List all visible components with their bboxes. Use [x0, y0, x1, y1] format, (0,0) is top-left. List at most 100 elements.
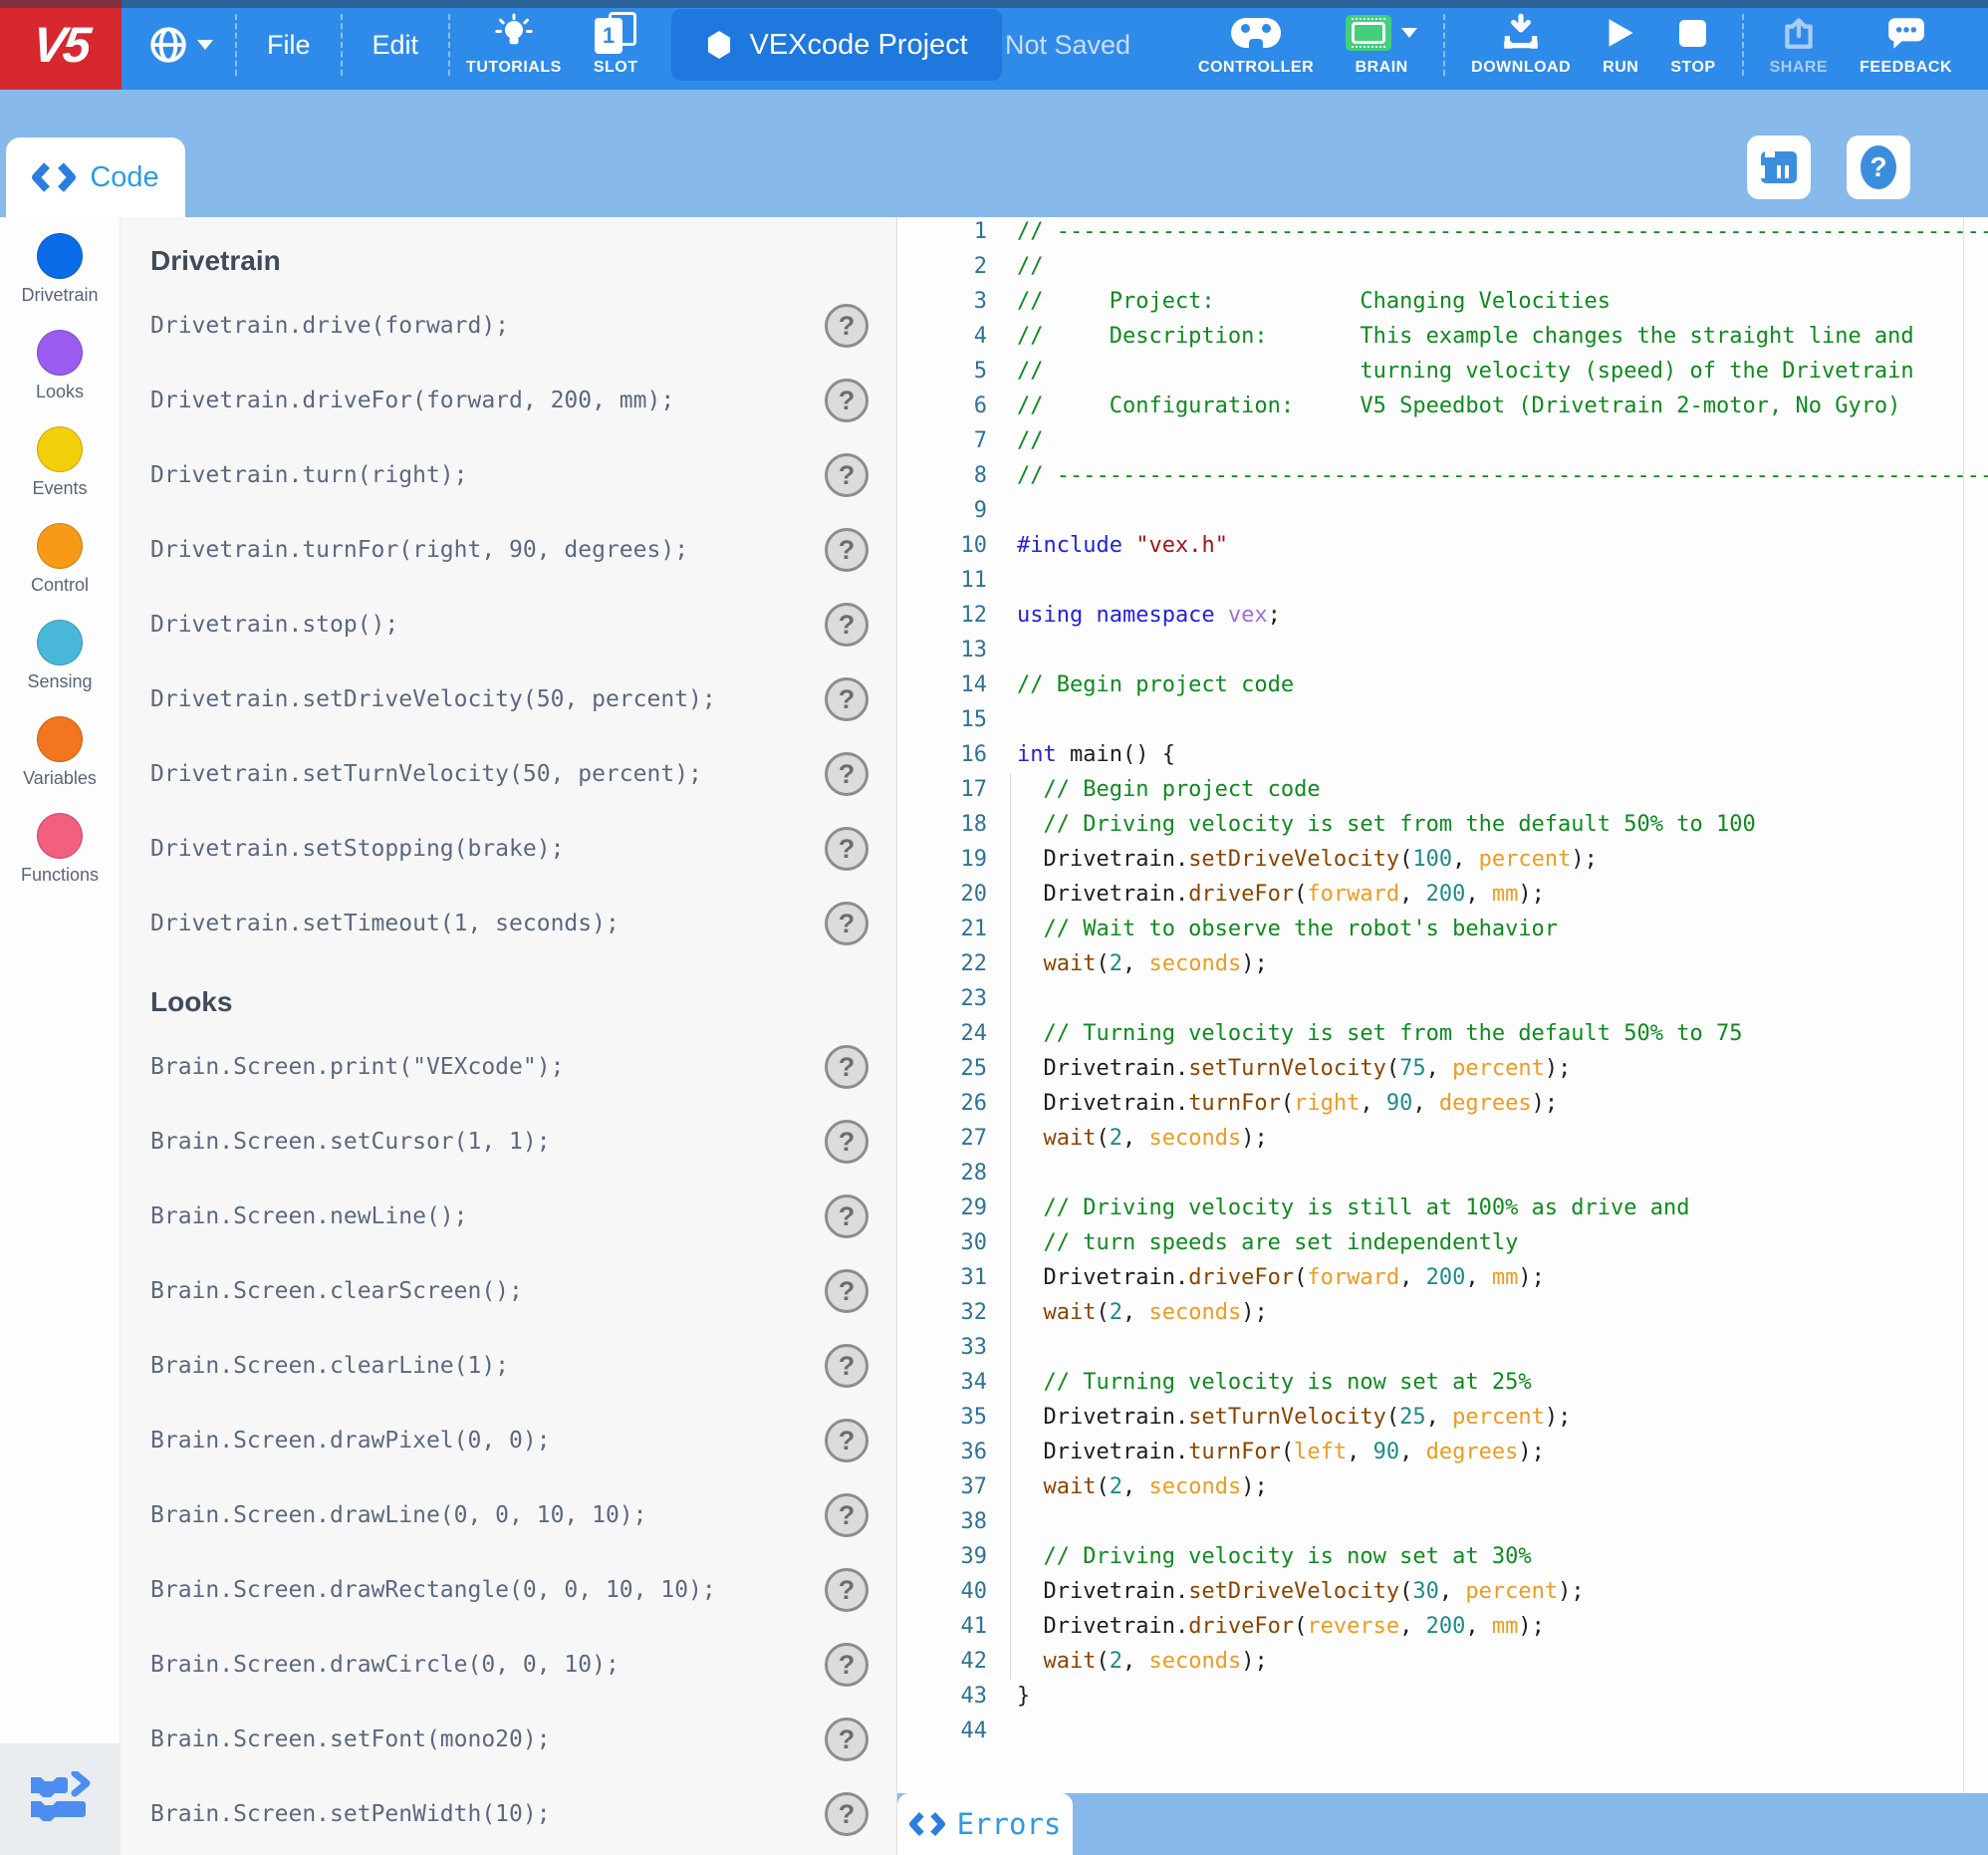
command-help-button[interactable]: ?	[825, 379, 869, 422]
language-menu[interactable]	[122, 24, 235, 66]
palette-command-row[interactable]: Brain.Screen.clearLine(1);?	[121, 1342, 896, 1390]
editor-line[interactable]: 26 Drivetrain.turnFor(right, 90, degrees…	[897, 1086, 1988, 1121]
palette-command-text[interactable]: Brain.Screen.drawCircle(0, 0, 10);	[150, 1652, 620, 1678]
code-line[interactable]: // turn speeds are set independently	[1017, 1225, 1518, 1260]
command-help-button[interactable]: ?	[825, 304, 869, 348]
palette-command-row[interactable]: Brain.Screen.drawCircle(0, 0, 10);?	[121, 1641, 896, 1689]
editor-line[interactable]: 32 wait(2, seconds);	[897, 1295, 1988, 1330]
palette-command-text[interactable]: Brain.Screen.setFont(mono20);	[150, 1726, 551, 1752]
code-line[interactable]: // Begin project code	[1017, 772, 1320, 807]
editor-line[interactable]: 37 wait(2, seconds);	[897, 1469, 1988, 1504]
editor-line[interactable]: 27 wait(2, seconds);	[897, 1121, 1988, 1156]
code-line[interactable]: // Driving velocity is still at 100% as …	[1017, 1191, 1689, 1225]
editor-line[interactable]: 33	[897, 1330, 1988, 1365]
category-circle-icon[interactable]	[37, 716, 83, 762]
sidebar-item-sensing[interactable]: Sensing	[0, 620, 120, 716]
code-line[interactable]: //	[1017, 423, 1044, 458]
editor-line[interactable]: 44	[897, 1714, 1988, 1748]
palette-command-text[interactable]: Drivetrain.turn(right);	[150, 462, 468, 488]
editor-line[interactable]: 5 // turning velocity (speed) of the Driv…	[897, 354, 1988, 389]
code-line[interactable]: // -------------------------------------…	[1017, 458, 1988, 493]
download-button[interactable]: DOWNLOAD	[1455, 0, 1587, 90]
code-line[interactable]: wait(2, seconds);	[1017, 946, 1268, 981]
palette-command-text[interactable]: Brain.Screen.clearLine(1);	[150, 1353, 509, 1379]
project-name-button[interactable]: VEXcode Project	[671, 9, 1002, 81]
edit-menu[interactable]: Edit	[343, 0, 449, 90]
palette-command-text[interactable]: Brain.Screen.newLine();	[150, 1203, 468, 1229]
code-editor[interactable]: 1 // ------------------------------------…	[896, 217, 1988, 1855]
code-line[interactable]: // Begin project code	[1017, 667, 1294, 702]
editor-line[interactable]: 7 //	[897, 423, 1988, 458]
editor-line[interactable]: 10 #include "vex.h"	[897, 528, 1988, 563]
editor-line[interactable]: 38	[897, 1504, 1988, 1539]
code-line[interactable]: Drivetrain.turnFor(left, 90, degrees);	[1017, 1435, 1544, 1469]
editor-line[interactable]: 39 // Driving velocity is now set at 30%	[897, 1539, 1988, 1574]
editor-line[interactable]: 14 // Begin project code	[897, 667, 1988, 702]
editor-line[interactable]: 36 Drivetrain.turnFor(left, 90, degrees)…	[897, 1435, 1988, 1469]
device-info-button[interactable]	[1747, 135, 1811, 199]
command-help-button[interactable]: ?	[825, 1493, 869, 1537]
code-line[interactable]: Drivetrain.turnFor(right, 90, degrees);	[1017, 1086, 1558, 1121]
editor-line[interactable]: 34 // Turning velocity is now set at 25%	[897, 1365, 1988, 1400]
editor-line[interactable]: 35 Drivetrain.setTurnVelocity(25, percen…	[897, 1400, 1988, 1435]
code-line[interactable]: wait(2, seconds);	[1017, 1469, 1268, 1504]
palette-command-row[interactable]: Drivetrain.turn(right);?	[121, 451, 896, 499]
code-line[interactable]: wait(2, seconds);	[1017, 1644, 1268, 1679]
palette-command-row[interactable]: Drivetrain.setStopping(brake);?	[121, 825, 896, 873]
command-help-button[interactable]: ?	[825, 827, 869, 871]
editor-line[interactable]: 40 Drivetrain.setDriveVelocity(30, perce…	[897, 1574, 1988, 1609]
editor-line[interactable]: 25 Drivetrain.setTurnVelocity(75, percen…	[897, 1051, 1988, 1086]
help-button[interactable]: ?	[1847, 135, 1910, 199]
editor-line[interactable]: 15	[897, 702, 1988, 737]
sidebar-item-functions[interactable]: Functions	[0, 813, 120, 910]
category-circle-icon[interactable]	[37, 233, 83, 279]
sidebar-item-control[interactable]: Control	[0, 523, 120, 620]
editor-line[interactable]: 1 // ------------------------------------…	[897, 217, 1988, 249]
palette-command-row[interactable]: Drivetrain.driveFor(forward, 200, mm);?	[121, 377, 896, 424]
command-help-button[interactable]: ?	[825, 1419, 869, 1462]
category-circle-icon[interactable]	[37, 523, 83, 569]
brain-button[interactable]: BRAIN	[1330, 0, 1433, 90]
code-line[interactable]: // Turning velocity is now set at 25%	[1017, 1365, 1531, 1400]
file-menu[interactable]: File	[237, 0, 341, 90]
command-help-button[interactable]: ?	[825, 1045, 869, 1089]
palette-command-row[interactable]: Brain.Screen.drawPixel(0, 0);?	[121, 1417, 896, 1464]
tutorials-button[interactable]: TUTORIALS	[450, 0, 578, 90]
editor-line[interactable]: 13	[897, 633, 1988, 667]
palette-command-text[interactable]: Drivetrain.stop();	[150, 612, 398, 638]
category-circle-icon[interactable]	[37, 813, 83, 859]
palette-command-row[interactable]: Brain.Screen.print("VEXcode");?	[121, 1043, 896, 1091]
editor-line[interactable]: 8 // ------------------------------------…	[897, 458, 1988, 493]
editor-line[interactable]: 28	[897, 1156, 1988, 1191]
code-line[interactable]: Drivetrain.driveFor(forward, 200, mm);	[1017, 877, 1544, 912]
controller-button[interactable]: CONTROLLER	[1182, 0, 1330, 90]
editor-line[interactable]: 11	[897, 563, 1988, 598]
command-help-button[interactable]: ?	[825, 902, 869, 945]
palette-command-row[interactable]: Brain.Screen.setPenWidth(10);?	[121, 1790, 896, 1838]
editor-line[interactable]: 29 // Driving velocity is still at 100% …	[897, 1191, 1988, 1225]
editor-line[interactable]: 2 //	[897, 249, 1988, 284]
palette-command-text[interactable]: Brain.Screen.setPenWidth(10);	[150, 1801, 551, 1827]
category-circle-icon[interactable]	[37, 620, 83, 665]
code-line[interactable]: int main() {	[1017, 737, 1175, 772]
palette-command-text[interactable]: Drivetrain.setStopping(brake);	[150, 836, 564, 862]
command-help-button[interactable]: ?	[825, 1344, 869, 1388]
palette-command-row[interactable]: Drivetrain.turnFor(right, 90, degrees);?	[121, 526, 896, 574]
palette-command-text[interactable]: Drivetrain.setTimeout(1, seconds);	[150, 911, 620, 936]
code-line[interactable]: // Project: Changing Velocities	[1017, 284, 1611, 319]
command-help-button[interactable]: ?	[825, 1792, 869, 1836]
editor-line[interactable]: 4 // Description: This example changes th…	[897, 319, 1988, 354]
palette-command-text[interactable]: Drivetrain.setDriveVelocity(50, percent)…	[150, 686, 716, 712]
palette-command-text[interactable]: Brain.Screen.drawPixel(0, 0);	[150, 1428, 551, 1454]
palette-command-text[interactable]: Brain.Screen.drawRectangle(0, 0, 10, 10)…	[150, 1577, 716, 1603]
code-line[interactable]: Drivetrain.driveFor(reverse, 200, mm);	[1017, 1609, 1544, 1644]
code-line[interactable]: // turning velocity (speed) of the Drive…	[1017, 354, 1914, 389]
palette-command-text[interactable]: Brain.Screen.drawLine(0, 0, 10, 10);	[150, 1502, 647, 1528]
code-line[interactable]: wait(2, seconds);	[1017, 1121, 1268, 1156]
tab-code[interactable]: Code	[6, 137, 185, 217]
sidebar-item-drivetrain[interactable]: Drivetrain	[0, 233, 120, 330]
palette-command-row[interactable]: Drivetrain.stop();?	[121, 601, 896, 649]
tab-errors[interactable]: Errors	[897, 1793, 1073, 1855]
editor-line[interactable]: 31 Drivetrain.driveFor(forward, 200, mm)…	[897, 1260, 1988, 1295]
palette-command-text[interactable]: Drivetrain.setTurnVelocity(50, percent);	[150, 761, 702, 787]
